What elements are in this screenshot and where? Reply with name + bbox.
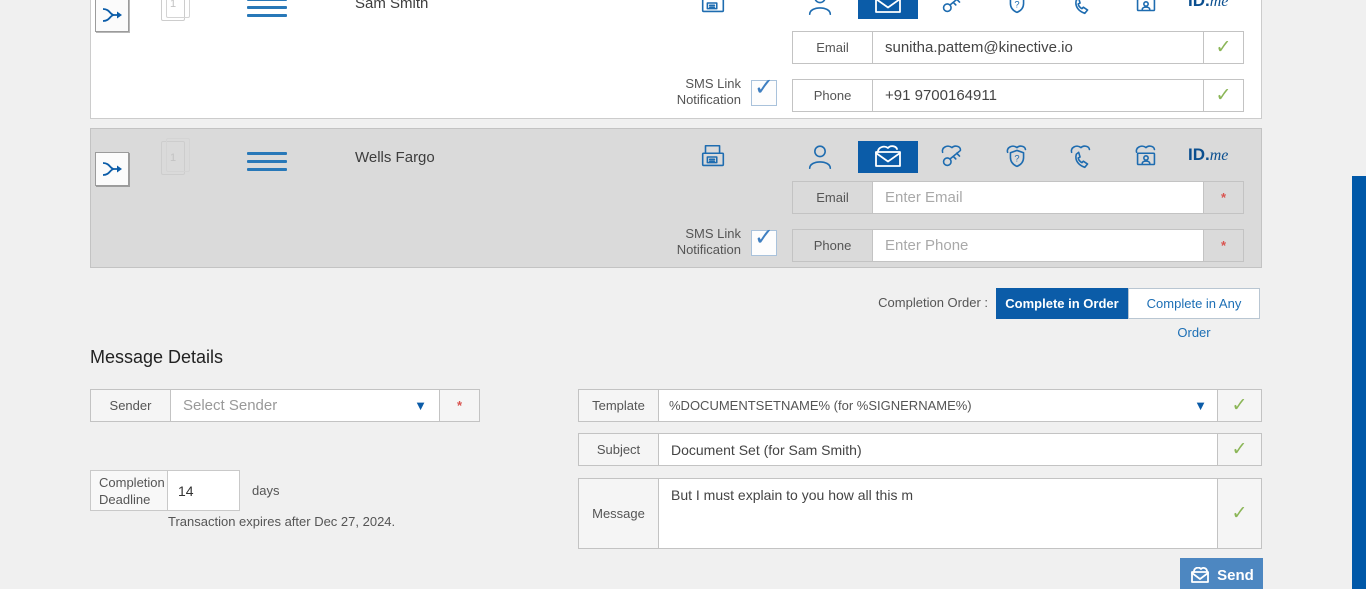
email-field-group: Email ✓ [792, 31, 1244, 64]
sender-select[interactable]: Select Sender ▼ [171, 390, 439, 421]
send-envelope-icon [1189, 567, 1211, 584]
deadline-unit-label: days [252, 483, 279, 498]
merge-arrow-icon [101, 160, 123, 178]
check-icon: ✓ [1216, 36, 1232, 59]
subject-label: Subject [579, 434, 659, 465]
svg-text:?: ? [1014, 154, 1019, 164]
email-delivery-icon-selected[interactable] [858, 0, 918, 19]
svg-text:?: ? [1014, 0, 1019, 10]
expiry-note: Transaction expires after Dec 27, 2024. [168, 514, 395, 529]
complete-in-any-order-button[interactable]: Complete in Any Order [1128, 288, 1260, 319]
merge-arrow-icon [101, 6, 123, 24]
vertical-scrollbar-thumb[interactable] [1352, 176, 1366, 589]
check-icon: ✓ [1232, 394, 1248, 417]
subject-input[interactable] [659, 434, 1217, 465]
merge-signer-button[interactable] [95, 152, 129, 186]
phone-field-group: Phone ✓ [792, 79, 1244, 112]
sms-link-notification-checkbox[interactable]: ✓ [751, 230, 777, 256]
merge-signer-button[interactable] [95, 0, 129, 32]
idme-verification-icon[interactable]: ID.me [1188, 145, 1228, 165]
phone-auth-icon[interactable] [1065, 141, 1097, 173]
message-valid-indicator: ✓ [1217, 479, 1261, 548]
access-code-key-icon[interactable] [936, 0, 968, 19]
required-asterisk-icon: * [457, 398, 462, 413]
document-count-icon: 1 [161, 141, 185, 175]
chevron-down-icon: ▼ [414, 398, 427, 413]
phone-input[interactable] [873, 230, 1203, 261]
sender-label: Sender [91, 390, 171, 421]
sender-placeholder: Select Sender [183, 397, 277, 414]
in-person-signing-icon[interactable] [804, 141, 836, 173]
email-input[interactable] [873, 32, 1203, 63]
signer-row-sam-smith: 1 Sam Smith [90, 0, 1262, 119]
template-field-group: Template %DOCUMENTSETNAME% (for %SIGNERN… [578, 389, 1262, 422]
sender-field-group: Sender Select Sender ▼ * [90, 389, 480, 422]
phone-field-group: Phone * [792, 229, 1244, 262]
phone-auth-icon[interactable] [1065, 0, 1097, 19]
phone-required-indicator: * [1203, 230, 1243, 261]
security-question-icon[interactable]: ? [1001, 0, 1033, 19]
email-input[interactable] [873, 182, 1203, 213]
phone-input[interactable] [873, 80, 1203, 111]
drag-handle-icon[interactable] [247, 152, 287, 176]
required-asterisk-icon: * [1221, 238, 1226, 253]
document-count-icon: 1 [161, 0, 185, 21]
email-label: Email [793, 32, 873, 63]
idme-verification-icon[interactable]: ID.me [1188, 0, 1228, 11]
sms-link-notification-label: SMS LinkNotification [657, 226, 741, 258]
completion-deadline-group: Completion Deadline [90, 470, 240, 511]
message-label: Message [579, 479, 659, 548]
drag-handle-icon[interactable] [247, 0, 287, 22]
knowledge-based-auth-icon[interactable] [1130, 0, 1162, 19]
subject-valid-indicator: ✓ [1217, 434, 1261, 465]
recipients-page: 1 Sam Smith [0, 0, 1366, 589]
phone-label: Phone [793, 80, 873, 111]
chevron-down-icon: ▼ [1194, 398, 1207, 413]
in-person-signing-icon[interactable] [804, 0, 836, 19]
email-required-indicator: * [1203, 182, 1243, 213]
sender-required-indicator: * [439, 390, 479, 421]
check-icon: ✓ [1232, 438, 1248, 461]
subject-field-group: Subject ✓ [578, 433, 1262, 466]
email-delivery-icon-selected[interactable] [858, 141, 918, 173]
print-icon[interactable] [697, 0, 729, 19]
completion-deadline-input[interactable] [168, 470, 240, 511]
signer-row-wells-fargo: 1 Wells Fargo [90, 128, 1262, 268]
sms-link-notification-label: SMS LinkNotification [657, 76, 741, 108]
complete-in-order-button[interactable]: Complete in Order [996, 288, 1128, 319]
security-question-icon[interactable]: ? [1001, 141, 1033, 173]
phone-valid-indicator: ✓ [1203, 80, 1243, 111]
checkbox-check-icon: ✓ [754, 73, 774, 102]
completion-order-label: Completion Order : [790, 295, 988, 310]
signer-name: Wells Fargo [355, 149, 435, 166]
print-icon[interactable] [697, 141, 729, 173]
template-valid-indicator: ✓ [1217, 390, 1261, 421]
check-icon: ✓ [1232, 502, 1248, 525]
phone-label: Phone [793, 230, 873, 261]
completion-deadline-label: Completion Deadline [90, 470, 168, 511]
email-field-group: Email * [792, 181, 1244, 214]
template-label: Template [579, 390, 659, 421]
template-value: %DOCUMENTSETNAME% (for %SIGNERNAME%) [669, 398, 972, 413]
template-select[interactable]: %DOCUMENTSETNAME% (for %SIGNERNAME%) ▼ [659, 390, 1217, 421]
signer-name: Sam Smith [355, 0, 428, 12]
required-asterisk-icon: * [1221, 190, 1226, 205]
checkbox-check-icon: ✓ [754, 223, 774, 252]
send-button-label: Send [1217, 567, 1254, 584]
email-label: Email [793, 182, 873, 213]
knowledge-based-auth-icon[interactable] [1130, 141, 1162, 173]
access-code-key-icon[interactable] [936, 141, 968, 173]
check-icon: ✓ [1216, 84, 1232, 107]
message-details-heading: Message Details [90, 347, 223, 368]
message-field-group: Message But I must explain to you how al… [578, 478, 1262, 549]
message-textarea[interactable]: But I must explain to you how all this m [659, 479, 1217, 548]
email-valid-indicator: ✓ [1203, 32, 1243, 63]
sms-link-notification-checkbox[interactable]: ✓ [751, 80, 777, 106]
send-button[interactable]: Send [1180, 558, 1263, 589]
